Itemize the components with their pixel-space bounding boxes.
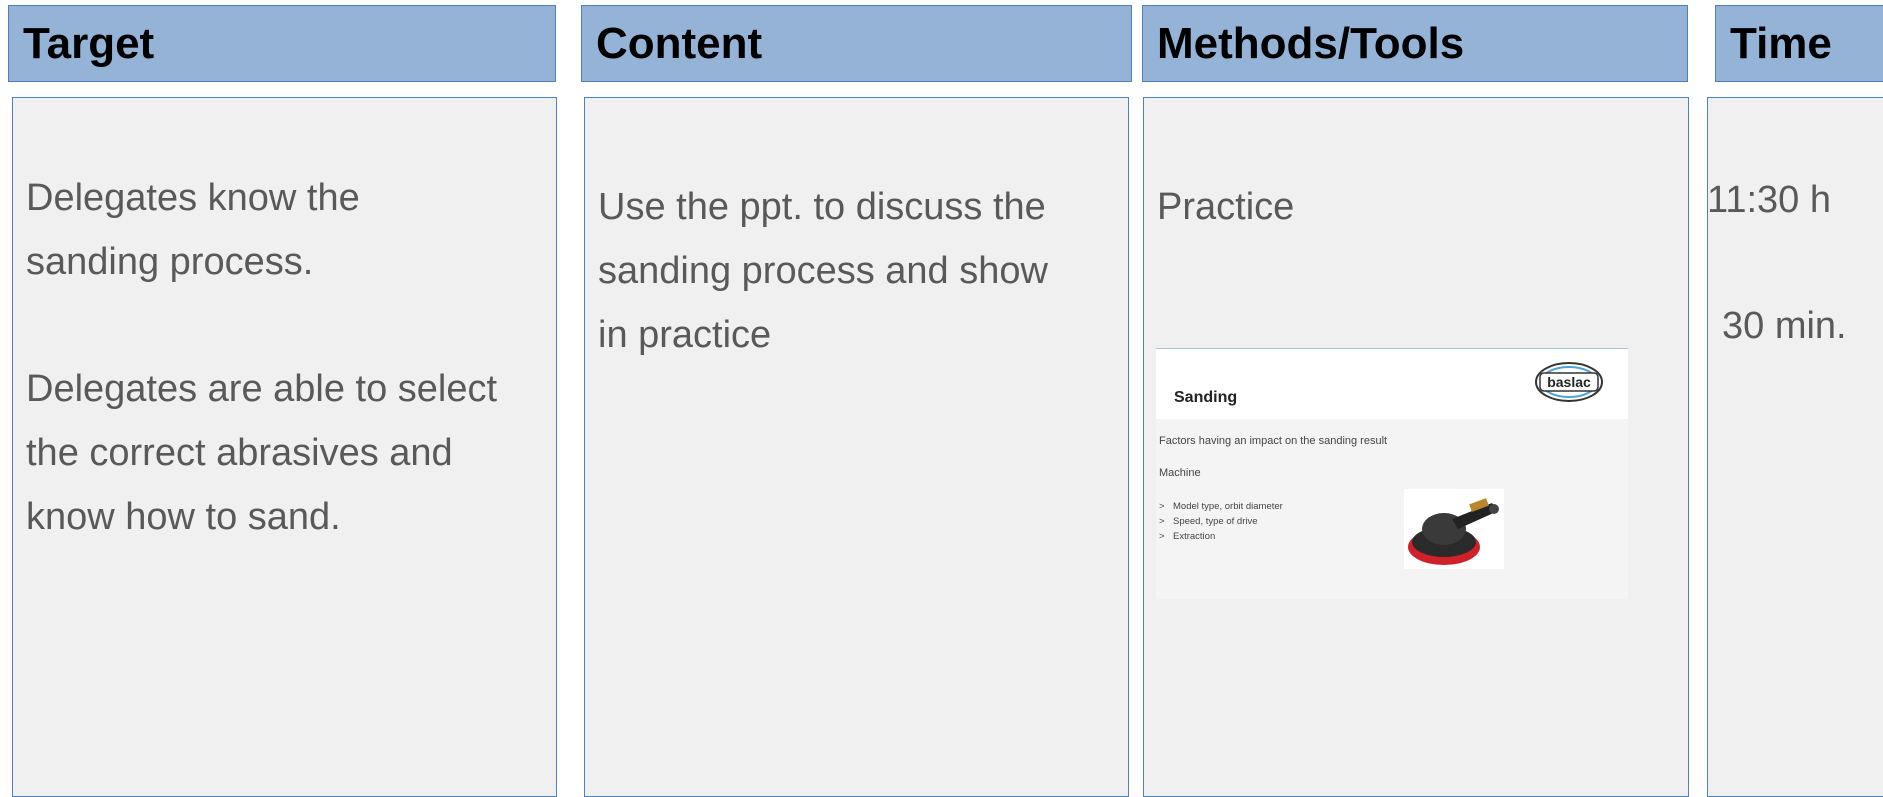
header-target: Target: [8, 5, 556, 82]
slide-bullet: > Model type, orbit diameter: [1159, 499, 1283, 514]
slide-title: Sanding: [1174, 389, 1238, 406]
content-line-2: sanding process and show: [598, 250, 1048, 292]
slide-thumbnail: Sanding baslac Factors having an impact …: [1156, 348, 1628, 599]
header-methods-tools: Methods/Tools: [1142, 5, 1688, 82]
orbital-sander-icon: [1404, 489, 1504, 569]
target-objective-2-line-2: the correct abrasives and: [26, 432, 453, 474]
target-objective-1-line-1: Delegates know the: [26, 177, 360, 219]
time-clock: 11:30 h: [1707, 179, 1831, 221]
header-time: Time: [1715, 5, 1883, 82]
header-content: Content: [581, 5, 1132, 82]
target-objective-2-line-1: Delegates are able to select: [26, 368, 498, 410]
bullet-arrow-icon: >: [1159, 531, 1165, 542]
header-content-label: Content: [596, 18, 763, 68]
baslac-logo: baslac: [1535, 362, 1603, 402]
target-objective-1-line-2: sanding process.: [26, 241, 314, 283]
slide-bullet: > Speed, type of drive: [1159, 514, 1283, 529]
slide-subtitle: Factors having an impact on the sanding …: [1159, 435, 1388, 447]
header-methods-label: Methods/Tools: [1157, 18, 1465, 68]
slide-bullet-list: > Model type, orbit diameter > Speed, type…: [1159, 499, 1283, 544]
header-time-label: Time: [1730, 18, 1832, 68]
methods-label: Practice: [1157, 186, 1295, 228]
slide-bullet: > Extraction: [1159, 529, 1283, 544]
content-line-1: Use the ppt. to discuss the: [598, 186, 1046, 228]
slide-bullet-text: Model type, orbit diameter: [1173, 501, 1283, 512]
bullet-arrow-icon: >: [1159, 516, 1165, 527]
header-target-label: Target: [23, 18, 155, 68]
content-line-3: in practice: [598, 314, 772, 356]
slide-bullet-text: Extraction: [1173, 531, 1216, 542]
slide-bullet-text: Speed, type of drive: [1173, 516, 1258, 527]
svg-text:baslac: baslac: [1547, 374, 1591, 390]
bullet-arrow-icon: >: [1159, 501, 1165, 512]
target-objective-2-line-3: know how to sand.: [26, 496, 341, 538]
time-duration: 30 min.: [1722, 305, 1847, 347]
slide-section: Machine: [1159, 467, 1201, 479]
